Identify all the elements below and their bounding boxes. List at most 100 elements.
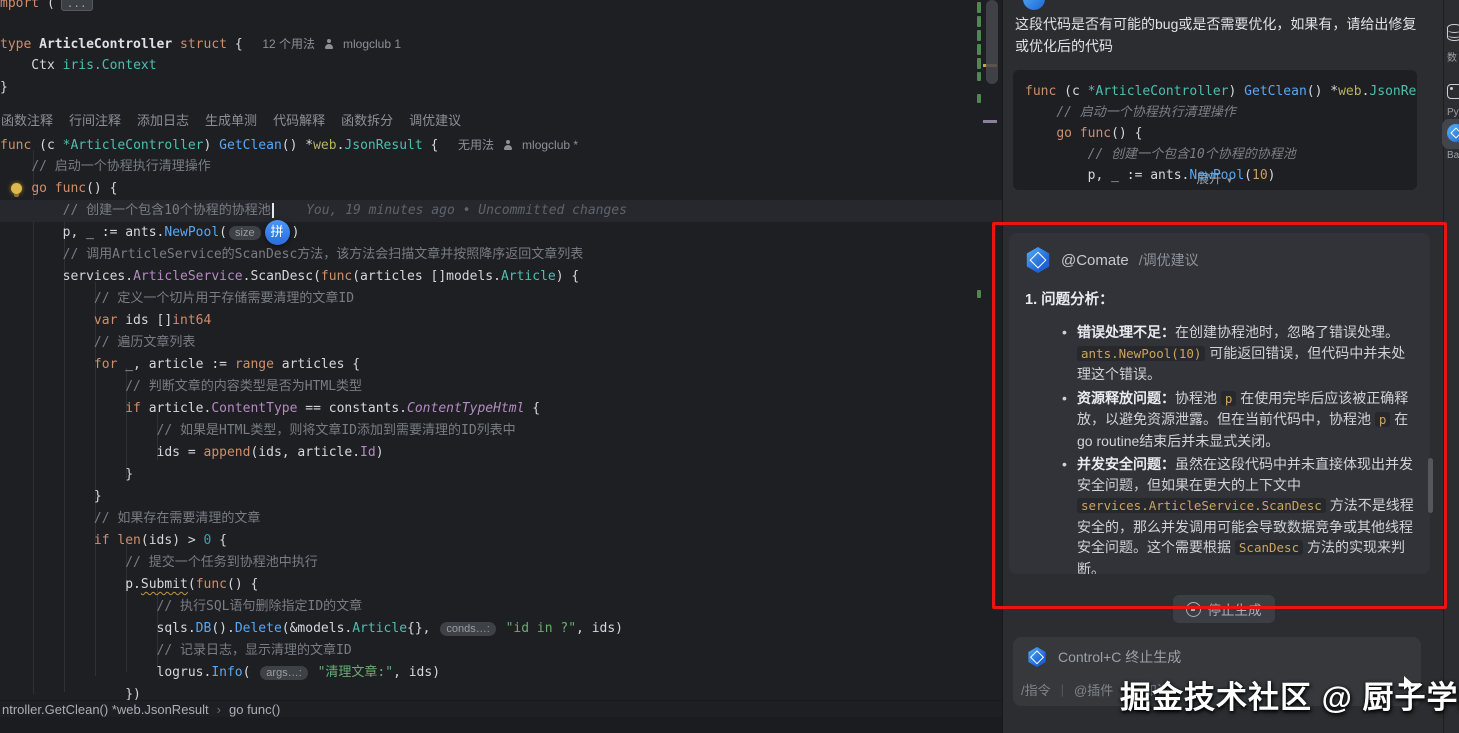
code-line[interactable]: } [0, 464, 1002, 486]
code-line[interactable]: if article.ContentType == constants.Cont… [0, 398, 1002, 420]
sidebar-item-Bai[interactable]: Bai [1442, 119, 1459, 161]
code-token: iris.Context [62, 58, 157, 73]
code-token: "清理文章:" [317, 665, 394, 680]
code-line[interactable]: // 启动一个协程执行清理操作 [0, 156, 1002, 178]
code-line[interactable]: } [0, 486, 1002, 508]
code-token: web [1338, 84, 1362, 99]
code-token: *ArticleController [62, 138, 204, 153]
code-token: struct [180, 37, 227, 52]
sidebar-item-数[interactable]: 数 [1447, 24, 1459, 64]
code-line[interactable]: // 执行SQL语句删除指定ID的文章 [0, 596, 1002, 618]
code-line[interactable]: // 提交一个任务到协程池中执行 [0, 552, 1002, 574]
code-editor[interactable]: 函数注释 行间注释 添加日志 生成单测 代码解释 函数拆分 调优建议 mport (... t… [0, 0, 1002, 733]
expand-code-button[interactable]: 展开 ▼ [1013, 168, 1417, 187]
comate-logo-icon [1028, 647, 1046, 667]
code-line[interactable]: // 记录日志，显示清理的文章ID [0, 640, 1002, 662]
code-token: go [1056, 126, 1072, 141]
code-token: mport [0, 0, 40, 11]
editor-bottom-strip [0, 717, 1002, 733]
inline-code: ants.NewPool(10) [1077, 345, 1206, 361]
answer-bullet-item: 并发安全问题：虽然在这段代码中并未直接体现出并发安全问题，但如果在更大的上下文中… [1062, 454, 1414, 574]
answer-text: 并发安全问题： [1077, 456, 1175, 472]
code-line[interactable]: ids = append(ids, article.Id) [0, 442, 1002, 464]
code-line[interactable]: p.Submit(func() { [0, 574, 1002, 596]
python-icon [1447, 84, 1459, 99]
code-line[interactable]: func (c *ArticleController) GetClean() *… [0, 134, 1002, 156]
code-line[interactable]: logrus.Info( args…: "清理文章:", ids) [0, 662, 1002, 684]
breadcrumb-item-function[interactable]: ntroller.GetClean() *web.JsonResult [2, 702, 209, 717]
text-caret [271, 203, 274, 218]
code-line[interactable]: type ArticleController struct { 12 个用法 ml… [0, 33, 1002, 55]
watermark-text: 掘金技术社区 @ 厨子学编程 [1120, 680, 1459, 715]
code-line[interactable]: var ids []int64 [0, 310, 1002, 332]
breadcrumb-item-closure[interactable]: go func() [229, 702, 280, 717]
stop-generating-button[interactable]: 停止生成 [1172, 595, 1275, 623]
code-line[interactable]: // 创建一个包含10个协程的协程池 You, 19 minutes ago •… [0, 200, 1002, 222]
code-lens-action[interactable]: 函数拆分 [341, 113, 393, 128]
sidebar-item-label: 数 [1447, 53, 1457, 64]
code-token: article. [140, 401, 212, 416]
code-lens-action[interactable]: 行间注释 [69, 113, 121, 128]
code-token: () * [1306, 84, 1339, 99]
code-token: ) [203, 138, 220, 153]
folded-code-badge[interactable]: ... [60, 0, 93, 11]
code-token: NewPool [164, 225, 220, 240]
code-lens-action[interactable]: 函数注释 [1, 113, 53, 128]
inline-code: p [1220, 390, 1237, 406]
code-line[interactable]: // 判断文章的内容类型是否为HTML类型 [0, 376, 1002, 398]
code-lens-action[interactable]: 生成单测 [205, 113, 257, 128]
code-line[interactable]: // 定义一个切片用于存储需要清理的文章ID [0, 288, 1002, 310]
input-action[interactable]: /指令 [1021, 680, 1051, 699]
code-token: () * [281, 138, 314, 153]
code-lens-action[interactable]: 调优建议 [409, 113, 461, 128]
answer-text: 在创建协程池时，忽略了错误处理。 [1175, 324, 1399, 340]
code-line[interactable]: sqls.DB().Delete(&models.Article{}, cond… [0, 618, 1002, 640]
usage-annotation[interactable]: mlogclub 1 [343, 37, 401, 51]
code-token: .ScanDesc( [242, 269, 321, 284]
code-token: () { [227, 577, 259, 592]
usage-annotation[interactable]: mlogclub * [522, 138, 578, 152]
code-line[interactable]: // 调用ArticleService的ScanDesc方法，该方法会扫描文章并… [0, 244, 1002, 266]
code-token: // 启动一个协程执行清理操作 [31, 159, 211, 174]
ime-pinyin-badge: 拼 [264, 220, 290, 245]
panel-scrollbar[interactable] [1428, 458, 1433, 513]
code-token: if [125, 401, 141, 416]
code-line[interactable]: // 遍历文章列表 [0, 332, 1002, 354]
ai-answer-bubble: @Comate /调优建议 1. 问题分析： 错误处理不足：在创建协程池时，忽略… [1009, 233, 1430, 574]
code-line[interactable]: mport (... [0, 0, 1002, 15]
code-token: services. [0, 269, 134, 284]
code-line[interactable]: } [0, 77, 1002, 99]
inline-code: p [1374, 412, 1391, 427]
code-line[interactable]: p, _ := ants.NewPool(size 拼) [0, 220, 1002, 245]
code-token: (&models. [281, 621, 353, 636]
code-line[interactable]: Ctx iris.Context [0, 55, 1002, 77]
code-token: , ids) [393, 665, 441, 680]
input-action[interactable]: @插件 [1074, 680, 1113, 699]
code-line[interactable]: go func() { [0, 178, 1002, 200]
answer-bullet-item: 资源释放问题：协程池 p 在使用完毕后应该被正确释放，以避免资源泄露。但在当前代… [1062, 388, 1414, 452]
sidebar-item-Pyt[interactable]: Pyt [1447, 84, 1459, 118]
database-icon [1447, 24, 1459, 41]
code-line[interactable]: // 如果存在需要清理的文章 [0, 508, 1002, 530]
code-line[interactable]: if len(ids) > 0 { [0, 530, 1002, 552]
comate-icon [1447, 124, 1459, 142]
usage-annotation[interactable]: 12 个用法 [262, 37, 315, 51]
code-lens-action[interactable]: 添加日志 [137, 113, 189, 128]
code-token: ( [219, 225, 227, 240]
code-line[interactable]: // 如果是HTML类型，则将文章ID添加到需要清理的ID列表中 [0, 420, 1002, 442]
code-token: // 启动一个协程执行清理操作 [1056, 105, 1236, 120]
comate-mention: @Comate [1061, 251, 1129, 269]
code-lens-action[interactable]: 代码解释 [273, 113, 325, 128]
usage-annotation[interactable]: 无用法 [458, 138, 494, 152]
quickfix-bulb-icon[interactable] [11, 183, 22, 197]
code-line[interactable]: services.ArticleService.ScanDesc(func(ar… [0, 266, 1002, 288]
code-line[interactable]: for _, article := range articles { [0, 354, 1002, 376]
code-token: { [211, 533, 227, 548]
